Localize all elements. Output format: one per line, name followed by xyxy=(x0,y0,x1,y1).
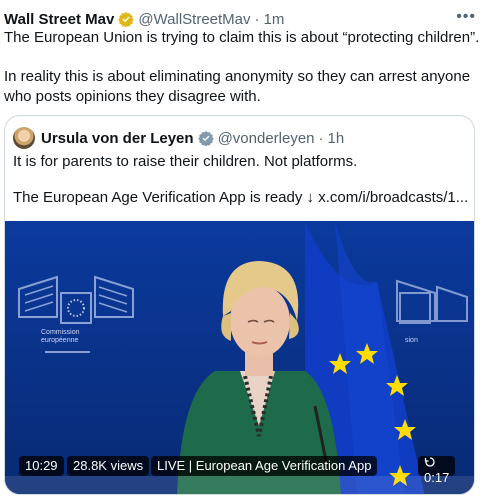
verified-gold-icon xyxy=(118,12,135,27)
commission-caption-right: sion xyxy=(405,337,418,344)
video-duration[interactable]: 0:17 xyxy=(418,456,456,485)
video-frame xyxy=(5,221,474,494)
avatar[interactable] xyxy=(13,127,35,149)
replay-icon xyxy=(424,457,435,467)
live-title-badge: LIVE | European Age Verification App xyxy=(151,456,378,476)
video-timestamp: 10:29 xyxy=(19,456,64,476)
quote-header: Ursula von der Leyen @vonderleyen · 1h xyxy=(13,127,344,149)
tweet-header: Wall Street Mav @WallStreetMav · 1m xyxy=(4,9,284,29)
post-text-line2: In reality this is about eliminating ano… xyxy=(4,68,471,105)
verified-gray-icon xyxy=(197,131,214,146)
quote-text-line1: It is for parents to raise their childre… xyxy=(13,153,358,170)
author-name[interactable]: Wall Street Mav xyxy=(4,11,114,28)
quote-time[interactable]: 1h xyxy=(328,130,345,147)
video-duration-label: 0:17 xyxy=(424,470,450,485)
quoted-tweet[interactable]: Ursula von der Leyen @vonderleyen · 1h I… xyxy=(4,115,475,495)
author-handle[interactable]: @WallStreetMav xyxy=(138,11,250,28)
video-player[interactable]: 10:29 28.8K views LIVE | European Age Ve… xyxy=(5,221,474,494)
commission-caption: Commission européenne xyxy=(41,329,80,344)
quote-text-line2: The European Age Verification App is rea… xyxy=(13,189,469,206)
separator-dot: · xyxy=(254,10,260,28)
quote-author-handle[interactable]: @vonderleyen xyxy=(218,130,315,147)
more-options-icon[interactable]: ••• xyxy=(456,8,476,26)
post-text-line1: The European Union is trying to claim th… xyxy=(4,29,480,46)
post-time[interactable]: 1m xyxy=(264,11,285,28)
view-count: 28.8K views xyxy=(67,456,150,476)
tweet[interactable]: Wall Street Mav @WallStreetMav · 1m ••• … xyxy=(0,0,496,500)
quote-separator-dot: · xyxy=(318,129,324,147)
quote-author-name[interactable]: Ursula von der Leyen xyxy=(41,130,194,147)
